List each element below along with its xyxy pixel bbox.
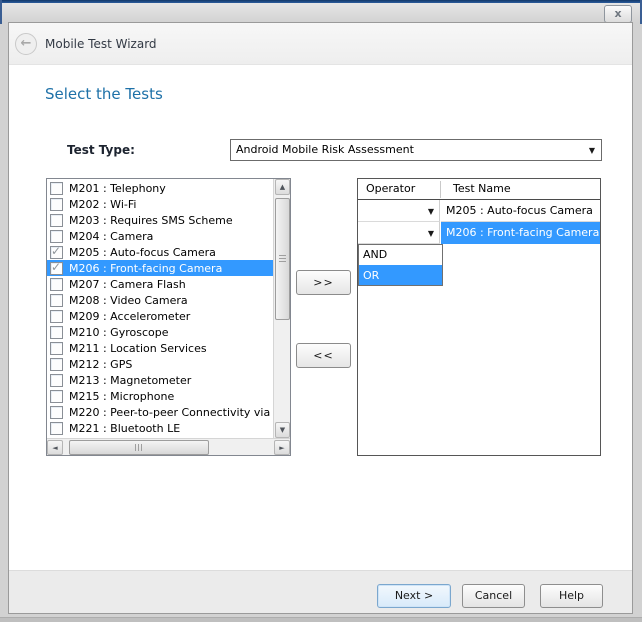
test-name-cell[interactable]: M206 : Front-facing Camera	[441, 222, 600, 244]
page-title: Select the Tests	[45, 85, 163, 103]
available-test-row[interactable]: ✓ M207 : Camera Flash	[47, 276, 273, 292]
available-test-row[interactable]: ✓ M205 : Auto-focus Camera	[47, 244, 273, 260]
available-test-row[interactable]: ✓ M212 : GPS	[47, 356, 273, 372]
test-name-cell[interactable]: M205 : Auto-focus Camera	[441, 200, 600, 222]
available-test-row[interactable]: ✓ M202 : Wi-Fi	[47, 196, 273, 212]
add-tests-button[interactable]: >>	[296, 270, 351, 295]
test-label: M210 : Gyroscope	[69, 326, 169, 339]
test-checkbox[interactable]: ✓	[50, 198, 63, 211]
mobile-test-wizard-window: x ← Mobile Test Wizard Select the Tests …	[0, 0, 642, 622]
chevron-down-icon[interactable]: ▼	[428, 229, 434, 238]
test-checkbox[interactable]: ✓	[50, 262, 63, 275]
column-divider	[440, 181, 441, 198]
available-test-row[interactable]: ✓ M211 : Location Services	[47, 340, 273, 356]
available-test-row[interactable]: ✓ M208 : Video Camera	[47, 292, 273, 308]
chevron-down-icon[interactable]: ▼	[589, 146, 595, 155]
test-checkbox[interactable]: ✓	[50, 278, 63, 291]
operator-option[interactable]: AND	[359, 245, 442, 265]
vertical-scrollbar[interactable]: ▲ ▼	[273, 179, 290, 438]
operator-column-header: Operator	[366, 182, 415, 195]
test-checkbox[interactable]: ✓	[50, 182, 63, 195]
test-checkbox[interactable]: ✓	[50, 230, 63, 243]
available-test-row[interactable]: ✓ M220 : Peer-to-peer Connectivity via B…	[47, 404, 273, 420]
available-test-row[interactable]: ✓ M209 : Accelerometer	[47, 308, 273, 324]
scroll-up-icon[interactable]: ▲	[275, 179, 290, 195]
table-header-row: Operator Test Name	[358, 179, 600, 200]
operator-cell[interactable]: ▼	[358, 200, 440, 222]
selected-test-row[interactable]: ▼ M206 : Front-facing Camera	[358, 222, 600, 244]
available-test-row[interactable]: ✓ M203 : Requires SMS Scheme	[47, 212, 273, 228]
available-test-row[interactable]: ✓ M221 : Bluetooth LE	[47, 420, 273, 436]
test-checkbox[interactable]: ✓	[50, 214, 63, 227]
test-label: M212 : GPS	[69, 358, 132, 371]
test-checkbox[interactable]: ✓	[50, 310, 63, 323]
horizontal-scrollbar[interactable]: ◄ ►	[47, 438, 290, 455]
wizard-header: ← Mobile Test Wizard	[9, 23, 632, 65]
test-checkbox[interactable]: ✓	[50, 294, 63, 307]
selected-tests-table: Operator Test Name ▼ M205 : Auto-focus C…	[357, 178, 601, 456]
test-checkbox[interactable]: ✓	[50, 246, 63, 259]
test-checkbox[interactable]: ✓	[50, 342, 63, 355]
window-bottom-border	[0, 617, 642, 622]
test-label: M207 : Camera Flash	[69, 278, 186, 291]
help-button[interactable]: Help	[540, 584, 603, 608]
test-type-label: Test Type:	[67, 143, 135, 157]
test-label: M205 : Auto-focus Camera	[69, 246, 216, 259]
test-checkbox[interactable]: ✓	[50, 406, 63, 419]
test-label: M202 : Wi-Fi	[69, 198, 136, 211]
operator-cell[interactable]: ▼	[358, 222, 440, 244]
footer-bar: Next > Cancel Help	[9, 570, 632, 613]
available-test-row[interactable]: ✓ M206 : Front-facing Camera	[47, 260, 273, 276]
test-checkbox[interactable]: ✓	[50, 374, 63, 387]
window-titlebar[interactable]	[2, 3, 640, 22]
test-label: M203 : Requires SMS Scheme	[69, 214, 233, 227]
operator-dropdown-list: ANDOR	[358, 244, 443, 286]
operator-option[interactable]: OR	[359, 265, 442, 285]
test-checkbox[interactable]: ✓	[50, 358, 63, 371]
available-tests-items: ✓ M201 : Telephony ✓ M202 : Wi-Fi ✓ M203…	[47, 180, 273, 438]
test-label: M220 : Peer-to-peer Connectivity via Blu…	[69, 406, 273, 419]
next-button[interactable]: Next >	[377, 584, 451, 608]
chevron-down-icon[interactable]: ▼	[428, 207, 434, 216]
test-name-column-header: Test Name	[453, 182, 511, 195]
scroll-right-icon[interactable]: ►	[274, 440, 290, 455]
test-label: M201 : Telephony	[69, 182, 166, 195]
test-type-selected-value: Android Mobile Risk Assessment	[236, 143, 414, 156]
available-test-row[interactable]: ✓ M210 : Gyroscope	[47, 324, 273, 340]
scroll-left-icon[interactable]: ◄	[47, 440, 63, 455]
test-label: M213 : Magnetometer	[69, 374, 191, 387]
available-test-row[interactable]: ✓ M201 : Telephony	[47, 180, 273, 196]
remove-tests-button[interactable]: <<	[296, 343, 351, 368]
test-label: M208 : Video Camera	[69, 294, 188, 307]
test-label: M221 : Bluetooth LE	[69, 422, 180, 435]
cancel-button[interactable]: Cancel	[462, 584, 525, 608]
back-arrow-icon[interactable]: ←	[15, 33, 37, 55]
test-label: M209 : Accelerometer	[69, 310, 190, 323]
available-test-row[interactable]: ✓ M204 : Camera	[47, 228, 273, 244]
test-checkbox[interactable]: ✓	[50, 422, 63, 435]
test-label: M211 : Location Services	[69, 342, 207, 355]
test-type-combobox[interactable]: Android Mobile Risk Assessment ▼	[230, 139, 602, 161]
test-label: M206 : Front-facing Camera	[69, 262, 222, 275]
test-label: M204 : Camera	[69, 230, 153, 243]
wizard-title: Mobile Test Wizard	[45, 37, 157, 51]
available-test-row[interactable]: ✓ M213 : Magnetometer	[47, 372, 273, 388]
scroll-down-icon[interactable]: ▼	[275, 422, 290, 438]
available-test-row[interactable]: ✓ M215 : Microphone	[47, 388, 273, 404]
test-checkbox[interactable]: ✓	[50, 390, 63, 403]
selected-test-row[interactable]: ▼ M205 : Auto-focus Camera	[358, 200, 600, 222]
test-checkbox[interactable]: ✓	[50, 326, 63, 339]
vertical-scrollbar-thumb[interactable]	[275, 198, 290, 320]
check-icon: ✓	[51, 260, 61, 274]
horizontal-scrollbar-thumb[interactable]	[69, 440, 209, 455]
test-label: M215 : Microphone	[69, 390, 174, 403]
check-icon: ✓	[51, 244, 61, 258]
available-tests-listbox: ✓ M201 : Telephony ✓ M202 : Wi-Fi ✓ M203…	[46, 178, 291, 456]
wizard-dialog: ← Mobile Test Wizard Select the Tests Te…	[8, 22, 633, 614]
close-button[interactable]: x	[604, 5, 632, 23]
